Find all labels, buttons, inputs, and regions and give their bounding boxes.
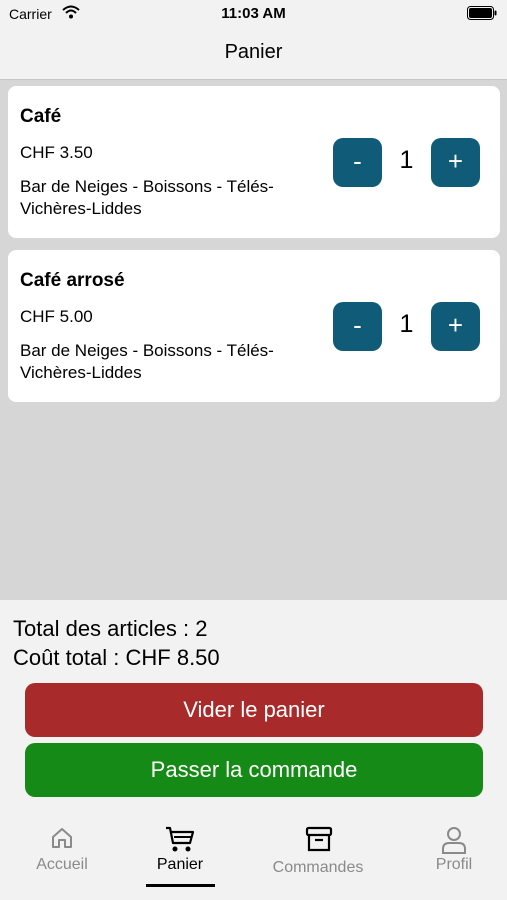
page-title: Panier — [224, 41, 283, 63]
tab-label: Commandes — [272, 859, 364, 876]
decrease-quantity-button[interactable]: - — [333, 138, 382, 187]
navigation-bar: Panier — [0, 28, 507, 80]
increase-quantity-button[interactable]: + — [431, 138, 480, 187]
item-name: Café — [20, 106, 62, 127]
battery-icon — [467, 6, 497, 20]
total-items-label: Total des articles : 2 — [13, 616, 208, 641]
status-time: 11:03 AM — [221, 5, 286, 22]
total-cost-label: Coût total : CHF 8.50 — [13, 645, 220, 670]
quantity-value: 1 — [399, 310, 414, 338]
archive-box-icon — [305, 826, 333, 852]
item-price: CHF 3.50 — [20, 143, 93, 162]
tab-panier[interactable]: Panier — [140, 816, 220, 900]
home-icon — [52, 828, 72, 848]
tab-label: Panier — [156, 856, 204, 873]
place-order-button[interactable]: Passer la commande — [25, 743, 483, 797]
cart-item-card: Café CHF 3.50 Bar de Neiges - Boissons -… — [8, 86, 500, 238]
tab-label: Accueil — [36, 856, 88, 873]
tab-label: Profil — [435, 856, 473, 873]
cart-icon — [166, 826, 195, 852]
tab-profil[interactable]: Profil — [420, 816, 488, 900]
cart-item-card: Café arrosé CHF 5.00 Bar de Neiges - Boi… — [8, 250, 500, 402]
tab-commandes[interactable]: Commandes — [260, 816, 376, 900]
item-price: CHF 5.00 — [20, 307, 93, 326]
person-icon — [442, 827, 466, 854]
item-name: Café arrosé — [20, 270, 125, 291]
tab-accueil[interactable]: Accueil — [22, 816, 102, 900]
cart-summary: Total des articles : 2 Coût total : CHF … — [0, 600, 507, 816]
item-location: Bar de Neiges - Boissons - Télés-Vichère… — [20, 177, 274, 218]
tab-bar: Accueil Panier Commandes Profil — [0, 816, 507, 900]
clear-cart-button[interactable]: Vider le panier — [25, 683, 483, 737]
active-tab-indicator — [146, 884, 215, 887]
quantity-value: 1 — [399, 146, 414, 174]
decrease-quantity-button[interactable]: - — [333, 302, 382, 351]
item-location: Bar de Neiges - Boissons - Télés-Vichère… — [20, 341, 274, 382]
status-bar: Carrier 11:03 AM — [0, 0, 507, 28]
increase-quantity-button[interactable]: + — [431, 302, 480, 351]
